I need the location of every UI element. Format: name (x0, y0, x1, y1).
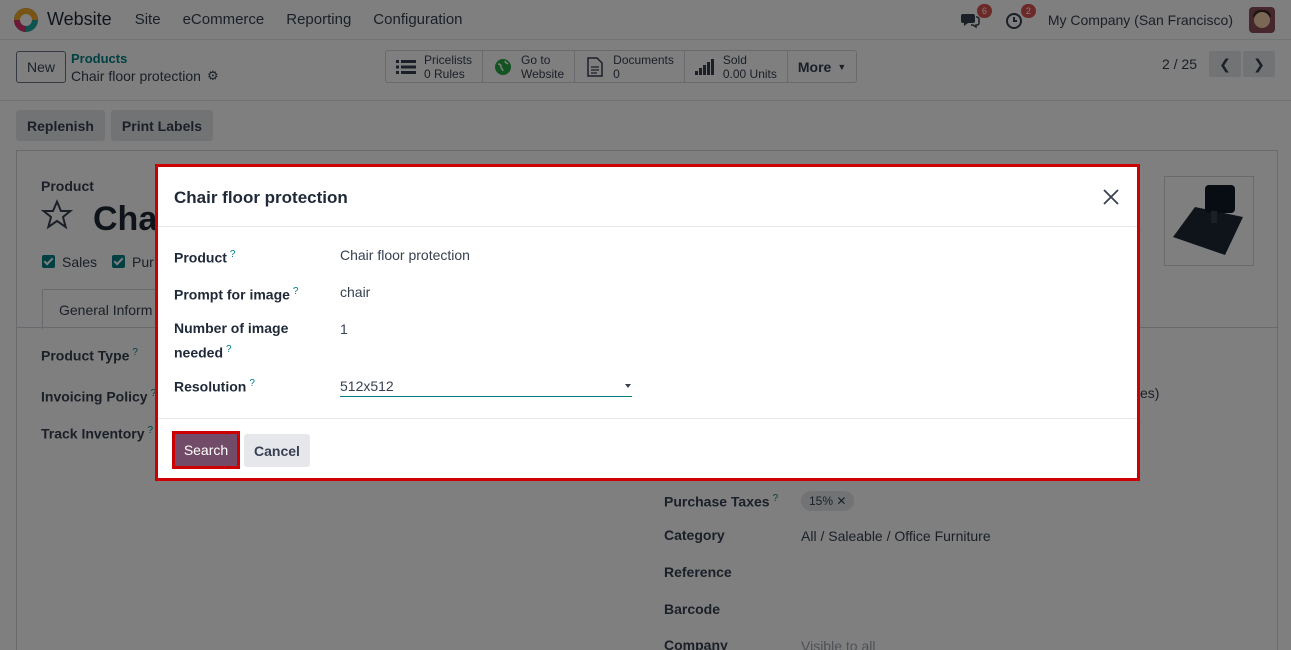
close-icon[interactable] (1101, 187, 1121, 207)
dialog-header: Chair floor protection (158, 167, 1137, 227)
product-field-label: Product? (174, 244, 235, 269)
number-of-images-label-line2: needed (174, 344, 224, 361)
resolution-label-text: Resolution (174, 378, 247, 395)
image-search-dialog: Chair floor protection Product? Chair fl… (155, 164, 1140, 481)
dialog-footer-divider (158, 418, 1137, 419)
caret-down-icon (625, 384, 631, 388)
help-icon[interactable]: ? (230, 249, 236, 260)
product-field-value[interactable]: Chair floor protection (340, 247, 470, 263)
resolution-select[interactable]: 512x512 (340, 373, 632, 397)
resolution-label: Resolution? (174, 373, 255, 398)
prompt-field-value[interactable]: chair (340, 284, 370, 300)
dialog-title: Chair floor protection (174, 188, 348, 207)
help-icon[interactable]: ? (226, 344, 232, 355)
search-button[interactable]: Search (172, 431, 240, 469)
prompt-field-label: Prompt for image? (174, 281, 298, 306)
cancel-button[interactable]: Cancel (244, 434, 310, 467)
help-icon[interactable]: ? (249, 378, 255, 389)
number-of-images-value[interactable]: 1 (340, 321, 348, 337)
prompt-field-label-text: Prompt for image (174, 286, 290, 303)
number-of-images-label: Number of image needed? (174, 318, 288, 364)
help-icon[interactable]: ? (293, 286, 299, 297)
number-of-images-label-line1: Number of image (174, 320, 289, 336)
product-field-label-text: Product (174, 249, 227, 266)
resolution-select-value: 512x512 (340, 378, 394, 394)
